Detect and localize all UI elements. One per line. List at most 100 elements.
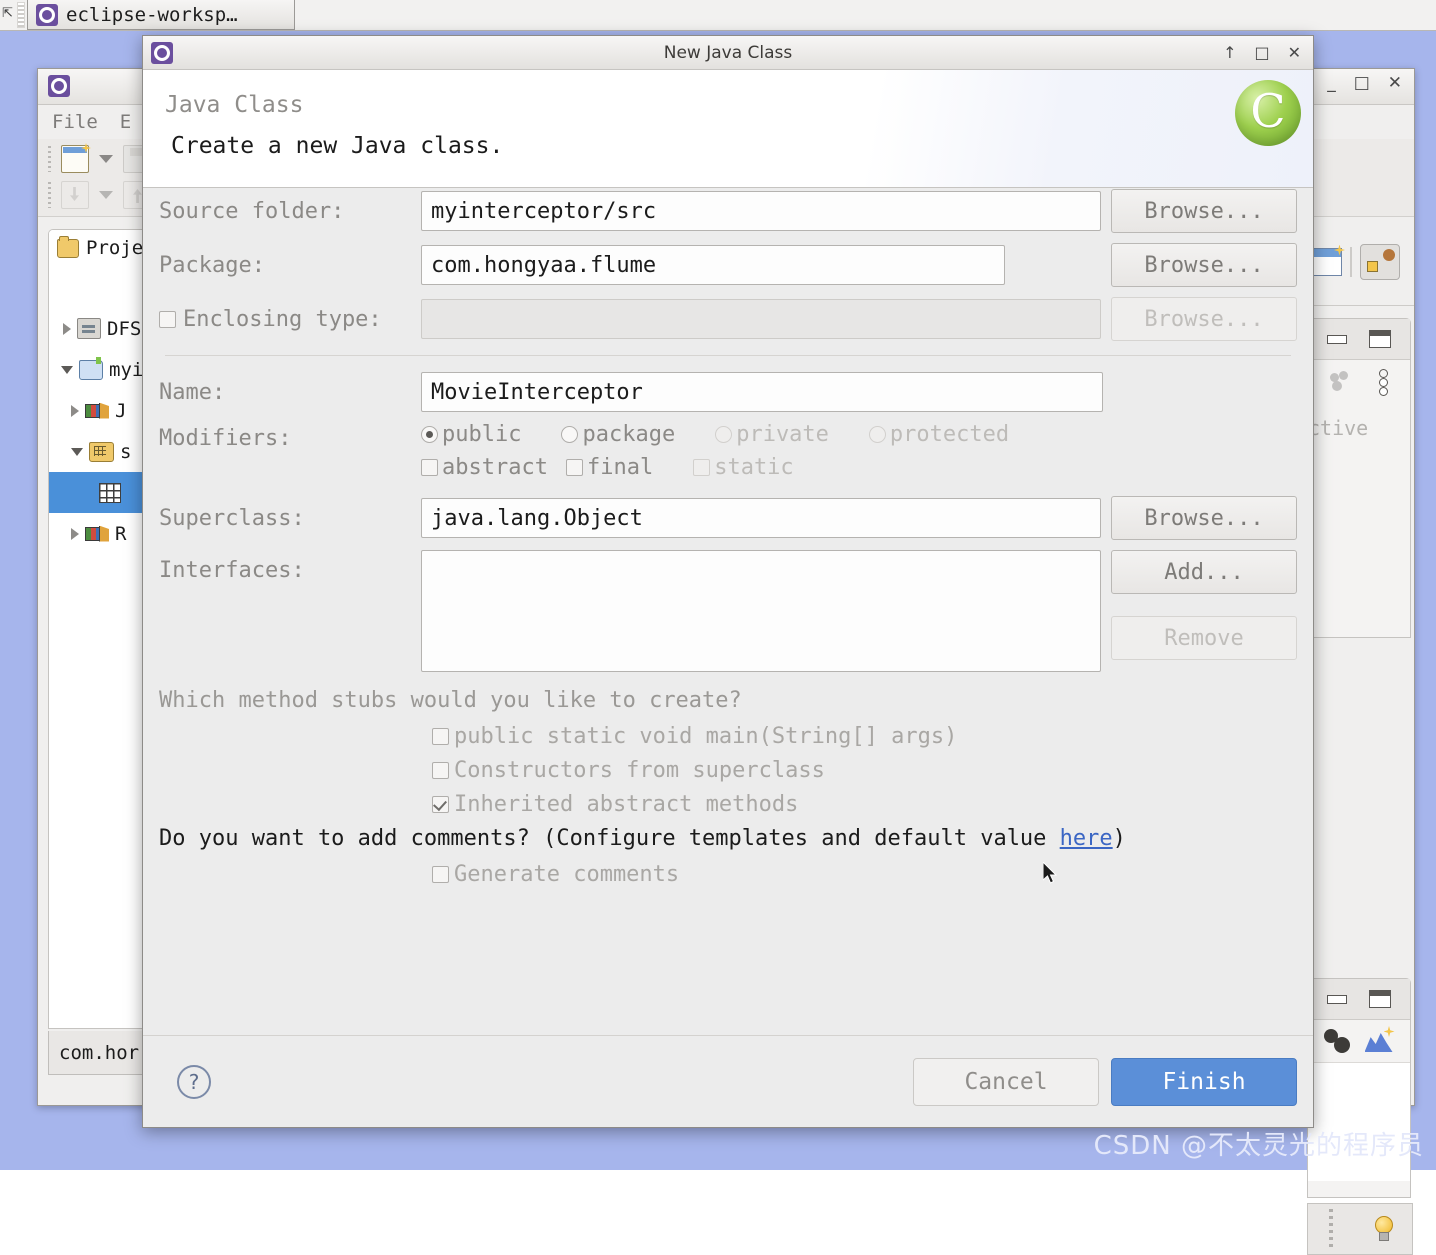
checkbox-abstract-icon[interactable] [421, 459, 438, 476]
radio-protected-icon [868, 426, 886, 443]
generate-comments-option[interactable]: Generate comments [432, 862, 1297, 887]
chevron-down-icon[interactable] [71, 447, 83, 456]
servers-icon[interactable] [1330, 371, 1354, 391]
source-folder-input[interactable]: myinterceptor/src [421, 191, 1101, 231]
new-file-icon[interactable] [61, 145, 89, 173]
modifier-public[interactable]: public [421, 422, 521, 447]
modifier-static: static [693, 455, 794, 480]
checkbox-inherited-abstract-icon[interactable] [432, 796, 449, 813]
modifier-private: private [715, 422, 829, 447]
package-input[interactable]: com.hongyaa.flume [421, 245, 1005, 285]
chevron-right-icon[interactable] [63, 322, 71, 335]
lightbulb-icon[interactable] [1374, 1216, 1393, 1242]
modifier-static-label: static [714, 455, 794, 480]
dfs-icon [77, 318, 101, 339]
library-icon [85, 402, 109, 420]
maximize-icon[interactable]: □ [1254, 44, 1269, 61]
maximize-icon[interactable]: □ [1354, 75, 1370, 92]
close-icon[interactable]: ✕ [1288, 44, 1301, 61]
drag-handle[interactable] [1328, 1209, 1333, 1249]
package-icon [99, 482, 121, 503]
outline-view-toolbar [1308, 360, 1410, 402]
superclass-label: Superclass: [159, 505, 305, 531]
close-icon[interactable]: ✕ [1388, 75, 1402, 92]
perspective-bar [1304, 218, 1414, 306]
finish-button[interactable]: Finish [1111, 1057, 1297, 1106]
outline-view: ctive [1307, 318, 1411, 638]
minimize-view-icon[interactable] [1327, 994, 1347, 1004]
configure-templates-link[interactable]: here [1060, 826, 1113, 851]
modifier-package[interactable]: package [561, 422, 675, 447]
comments-question-suffix: ) [1112, 826, 1126, 851]
view-menu-icon[interactable] [1378, 368, 1388, 396]
modifier-final[interactable]: final [565, 455, 653, 480]
outline-view-header [1308, 319, 1410, 360]
modifier-protected-label: protected [889, 422, 1010, 447]
enclosing-type-label-group: Enclosing type: [159, 307, 421, 332]
class-name-input[interactable]: MovieInterceptor [421, 372, 1103, 412]
taskbar-window-button[interactable]: eclipse-worksp… [27, 0, 295, 30]
radio-package-icon[interactable] [561, 426, 579, 443]
servers-view-toolbar [1308, 1020, 1410, 1062]
menu-file[interactable]: File [52, 111, 98, 133]
enclosing-type-checkbox[interactable] [159, 310, 176, 328]
source-folder-label: Source folder: [159, 198, 345, 224]
interfaces-label: Interfaces: [159, 558, 305, 583]
radio-public-icon[interactable] [421, 426, 438, 443]
minimize-view-icon[interactable] [1327, 334, 1347, 344]
tree-item-label: J [115, 399, 127, 422]
blue-mountain-icon[interactable] [1365, 1028, 1395, 1054]
enclosing-type-input[interactable] [421, 299, 1101, 339]
taskbar-left-glyph: ⇱ [2, 6, 13, 21]
source-folder-browse-button[interactable]: Browse... [1111, 189, 1297, 233]
open-perspective-icon[interactable] [1310, 247, 1342, 276]
checkbox-generate-comments-icon[interactable] [432, 866, 449, 883]
taskbar-drag-handle[interactable] [17, 2, 25, 28]
modifier-abstract-label: abstract [442, 455, 548, 480]
chevron-down-icon[interactable] [99, 155, 113, 163]
checkbox-main-method-icon[interactable] [432, 728, 449, 745]
name-label: Name: [159, 379, 226, 405]
stub-main-method[interactable]: public static void main(String[] args) [432, 724, 1297, 749]
enclosing-type-browse-button: Browse... [1111, 297, 1297, 341]
name-row: Name: MovieInterceptor [159, 372, 1297, 412]
superclass-browse-button[interactable]: Browse... [1111, 496, 1297, 540]
modifier-private-label: private [736, 422, 829, 447]
superclass-row: Superclass: java.lang.Object Browse... [159, 496, 1297, 540]
stub-constructors-label: Constructors from superclass [454, 758, 825, 783]
restore-icon[interactable]: ↑ [1223, 44, 1236, 61]
dialog-footer: ? Cancel Finish [143, 1035, 1313, 1127]
interfaces-list[interactable] [421, 550, 1101, 672]
project-explorer-title: Proje [86, 237, 144, 259]
maximize-view-icon[interactable] [1369, 330, 1391, 348]
radio-private-icon [715, 426, 733, 443]
cancel-button[interactable]: Cancel [913, 1057, 1099, 1106]
generate-comments-label: Generate comments [454, 862, 680, 887]
chevron-right-icon[interactable] [71, 404, 79, 417]
stub-inherited-abstract[interactable]: Inherited abstract methods [432, 792, 1297, 817]
right-dock: ctive [1304, 218, 1414, 1255]
checkbox-final-icon[interactable] [565, 459, 583, 476]
java-ee-perspective-icon[interactable] [1360, 243, 1400, 280]
question-mark-icon[interactable]: ? [177, 1064, 211, 1099]
chevron-down-icon[interactable] [61, 365, 73, 374]
minimize-icon[interactable]: _ [1327, 75, 1336, 92]
package-browse-button[interactable]: Browse... [1111, 243, 1297, 287]
gears-icon[interactable] [1323, 1028, 1354, 1054]
interfaces-add-button[interactable]: Add... [1111, 550, 1297, 594]
maximize-view-icon[interactable] [1369, 990, 1391, 1008]
chevron-right-icon[interactable] [71, 527, 79, 540]
tree-item-label: DFS [107, 317, 142, 340]
modifier-public-label: public [442, 422, 522, 447]
servers-view-body [1308, 1062, 1410, 1181]
modifier-abstract[interactable]: abstract [421, 455, 548, 480]
comments-question-prefix: Do you want to add comments? (Configure … [159, 826, 1060, 851]
watermark: CSDN @不太灵光的程序员 [1093, 1131, 1424, 1161]
checkbox-constructors-icon[interactable] [432, 762, 449, 779]
java-class-green-c-icon: C [1235, 80, 1301, 146]
superclass-input[interactable]: java.lang.Object [421, 498, 1101, 538]
stub-constructors[interactable]: Constructors from superclass [432, 758, 1297, 783]
menu-edit[interactable]: E [120, 111, 131, 133]
library-icon [85, 525, 109, 543]
enclosing-type-row: Enclosing type: Browse... [159, 297, 1297, 341]
